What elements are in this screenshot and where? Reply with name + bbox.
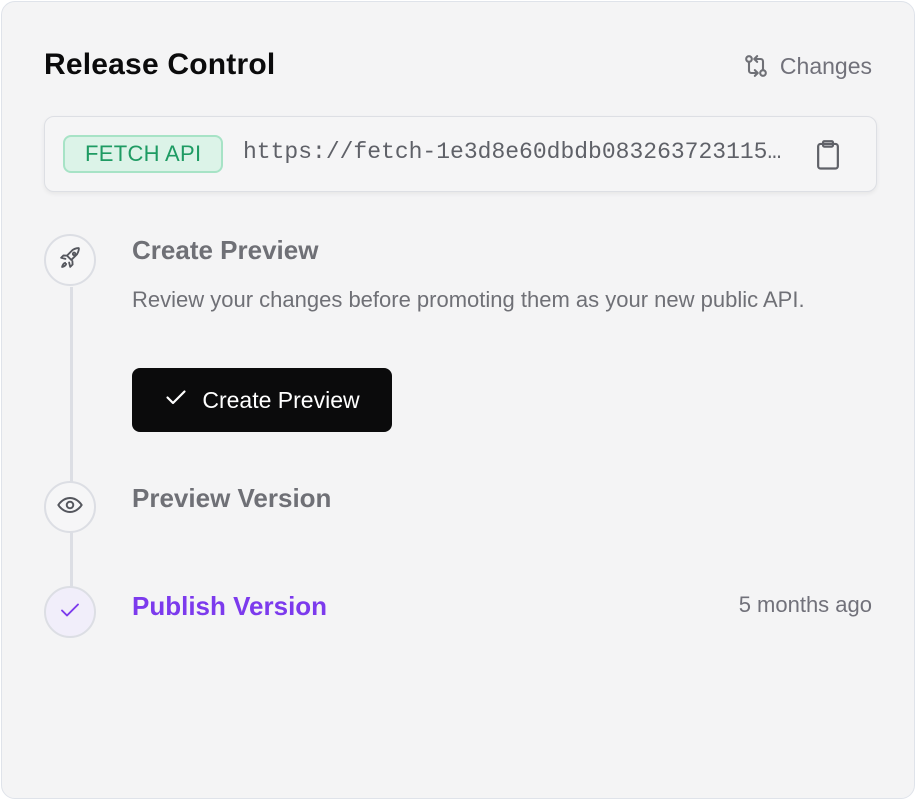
endpoint-url[interactable]: https://fetch-1e3d8e60dbdb083263723115f3…: [243, 139, 795, 165]
check-icon: [58, 598, 82, 627]
copy-url-button[interactable]: [813, 139, 843, 171]
page-title: Release Control: [44, 48, 276, 81]
clipboard-icon: [813, 140, 843, 175]
endpoint-box: FETCH API https://fetch-1e3d8e60dbdb0832…: [44, 116, 877, 192]
changes-link[interactable]: Changes: [742, 52, 872, 80]
step-create-preview-marker: [44, 234, 96, 286]
release-control-card: Release Control Changes FETCH API https:…: [1, 1, 915, 799]
create-preview-button[interactable]: Create Preview: [132, 368, 392, 432]
eye-icon: [56, 491, 84, 524]
timeline-connector: [70, 287, 73, 612]
publish-timestamp: 5 months ago: [738, 592, 872, 617]
git-compare-icon: [742, 52, 770, 80]
step-preview-version-marker: [44, 481, 96, 533]
step-publish-version-title[interactable]: Publish Version: [132, 591, 327, 622]
create-preview-button-label: Create Preview: [202, 386, 360, 413]
step-create-preview-title: Create Preview: [132, 235, 319, 265]
step-create-preview-description: Review your changes before promoting the…: [132, 287, 805, 312]
api-type-badge: FETCH API: [63, 135, 224, 173]
changes-label: Changes: [779, 52, 872, 79]
check-icon: [164, 385, 188, 415]
step-preview-version-title: Preview Version: [132, 483, 332, 513]
rocket-icon: [57, 245, 83, 276]
step-publish-version-marker: [44, 586, 96, 638]
